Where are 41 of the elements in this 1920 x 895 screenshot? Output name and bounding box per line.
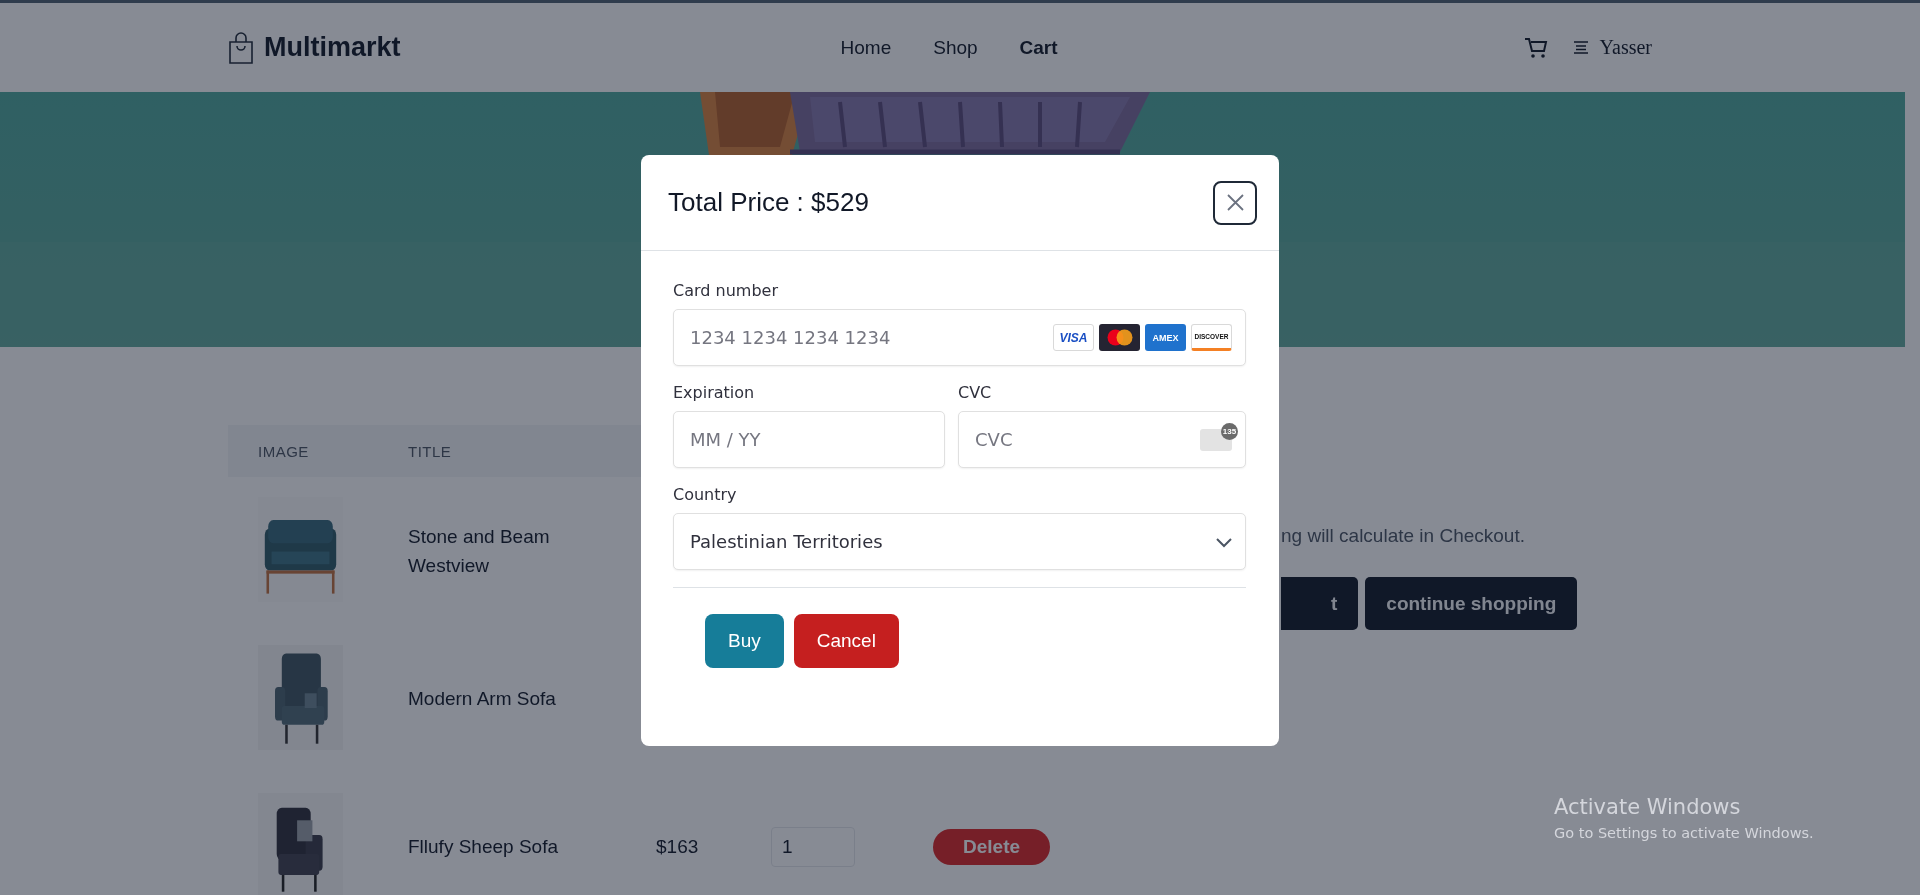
chevron-down-icon	[1216, 538, 1232, 548]
close-icon	[1226, 194, 1244, 211]
nav-link[interactable]: Home	[840, 36, 892, 59]
checkout-button[interactable]: t	[1281, 577, 1359, 630]
product-title: Fllufy Sheep Sofa	[408, 835, 559, 860]
column-header: TITLE	[408, 442, 453, 460]
field-label: Expiration	[673, 383, 756, 402]
cart-icon[interactable]	[1523, 36, 1548, 59]
field-label: CVC	[958, 383, 993, 402]
activation-message: Go to Settings to activate Windows.	[1554, 825, 1814, 841]
modal-title: Total Price : $529	[668, 187, 869, 218]
expiration-field[interactable]: MM / YY	[673, 411, 945, 468]
nav-link[interactable]: Shop	[933, 36, 978, 59]
overlapping-circles-icon	[1099, 324, 1140, 351]
expiration-input[interactable]: MM / YY	[690, 419, 931, 460]
shipping-note: ng will calculate in Checkout.	[1281, 525, 1526, 547]
product-price: $163	[655, 836, 700, 858]
menu-icon[interactable]	[1573, 41, 1588, 54]
quantity-field[interactable]: 1	[771, 827, 855, 867]
field-label: Card number	[673, 281, 779, 300]
field-label: Country	[673, 485, 738, 504]
cvc-input[interactable]: CVC	[975, 419, 1200, 460]
cancel-button[interactable]: Cancel	[793, 614, 899, 668]
site-logo[interactable]: Multimarkt	[264, 32, 401, 63]
user-name[interactable]: Yasser	[1599, 36, 1652, 59]
close-button[interactable]	[1213, 180, 1257, 225]
country-select[interactable]: Palestinian Territories	[673, 513, 1246, 570]
nav-link[interactable]: Cart	[1019, 36, 1058, 59]
cvc-field[interactable]: CVC 135	[958, 411, 1246, 468]
column-header: IMAGE	[257, 442, 310, 460]
card-brand-logo: AMEX	[1145, 324, 1186, 351]
product-title: Modern Arm Sofa	[408, 687, 557, 712]
shopping-bag-icon	[228, 30, 254, 65]
cvc-badge: 135	[1221, 422, 1238, 440]
activation-title: Activate Windows	[1554, 795, 1742, 819]
card-brand-logo: VISA	[1053, 324, 1094, 351]
card-number-input[interactable]: 1234 1234 1234 1234	[690, 317, 1053, 358]
product-title: Stone and Beam Westview	[408, 524, 551, 578]
continue-shopping-button[interactable]: continue shopping	[1365, 577, 1578, 630]
buy-button[interactable]: Buy	[705, 614, 784, 668]
delete-button[interactable]: Delete	[933, 829, 1051, 865]
